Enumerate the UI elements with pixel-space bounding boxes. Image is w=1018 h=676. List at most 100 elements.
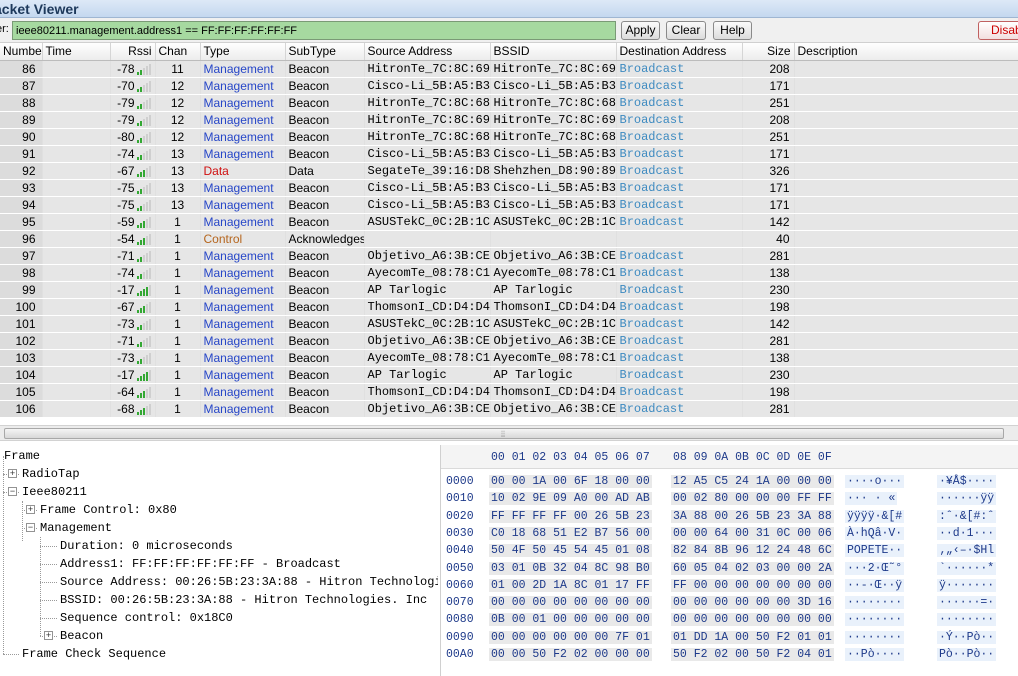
hex-bytes-high: 82 84 8B 96 12 24 48 6C <box>671 544 834 558</box>
collapse-icon[interactable]: − <box>26 523 35 532</box>
tree-node[interactable]: Frame Control: 0x80 <box>40 501 177 519</box>
tree-node[interactable]: Address1: FF:FF:FF:FF:FF:FF - Broadcast <box>60 555 341 573</box>
packet-description <box>794 196 1018 214</box>
packet-row[interactable]: 105 -64 1 Management Beacon ThomsonI_CD:D4:D4… <box>0 383 1018 401</box>
filter-toolbar: er: Apply Clear Help Disab <box>0 18 1018 43</box>
packet-source-address: ASUSTekC_0C:2B:1C <box>364 213 491 231</box>
collapse-icon[interactable]: − <box>8 487 17 496</box>
signal-strength-icon <box>136 386 153 398</box>
packet-source-address: AP Tarlogic <box>364 281 491 299</box>
packet-row[interactable]: 93 -75 13 Management Beacon Cisco-Li_5B:A5:B3… <box>0 179 1018 197</box>
rssi-value: -17 <box>117 367 135 382</box>
hex-bytes-high: 00 02 80 00 00 00 FF FF <box>671 492 834 506</box>
packet-time <box>42 213 111 231</box>
packet-rssi: -64 <box>110 383 156 401</box>
column-header-chan[interactable]: Chan <box>155 43 201 61</box>
clear-button[interactable]: Clear <box>666 21 706 40</box>
packet-row[interactable]: 91 -74 13 Management Beacon Cisco-Li_5B:A5:B3… <box>0 145 1018 163</box>
tree-node[interactable]: Frame Check Sequence <box>22 645 166 663</box>
packet-row[interactable]: 95 -59 1 Management Beacon ASUSTekC_0C:2B:1C A… <box>0 213 1018 231</box>
packet-channel: 1 <box>155 315 201 333</box>
packet-destination-address: Broadcast <box>616 162 743 180</box>
packet-row[interactable]: 87 -70 12 Management Beacon Cisco-Li_5B:A5:B3… <box>0 77 1018 95</box>
packet-subtype: Beacon <box>285 264 365 282</box>
packet-type: Management <box>200 349 286 367</box>
column-header-source-address[interactable]: Source Address <box>364 43 491 61</box>
column-header-size[interactable]: Size <box>742 43 795 61</box>
tree-node[interactable]: BSSID: 00:26:5B:23:3A:88 - Hitron Techno… <box>60 591 427 609</box>
packet-size: 142 <box>742 315 795 333</box>
column-header-time[interactable]: Time <box>42 43 111 61</box>
packet-row[interactable]: 104 -17 1 Management Beacon AP Tarlogic AP Tar… <box>0 366 1018 384</box>
tree-node[interactable]: Sequence control: 0x18C0 <box>60 609 233 627</box>
signal-strength-icon <box>136 233 153 245</box>
column-header-number[interactable]: Number <box>0 43 43 61</box>
packet-channel: 13 <box>155 179 201 197</box>
column-header-rssi[interactable]: Rssi <box>110 43 156 61</box>
tree-node[interactable]: Beacon <box>60 627 103 645</box>
packet-list-scrollbar[interactable]: ⦙⦙ <box>0 425 1018 441</box>
tree-node[interactable]: Duration: 0 microseconds <box>60 537 233 555</box>
packet-row[interactable]: 100 -67 1 Management Beacon ThomsonI_CD:D4:D4… <box>0 298 1018 316</box>
packet-size: 208 <box>742 111 795 129</box>
packet-row[interactable]: 97 -71 1 Management Beacon Objetivo_A6:3B:CE O… <box>0 247 1018 265</box>
packet-subtype: Beacon <box>285 366 365 384</box>
packet-subtype: Beacon <box>285 213 365 231</box>
packet-row[interactable]: 90 -80 12 Management Beacon HitronTe_7C:8C:68… <box>0 128 1018 146</box>
disable-button[interactable]: Disab <box>978 21 1018 40</box>
packet-row[interactable]: 86 -78 11 Management Beacon HitronTe_7C:8C:69… <box>0 60 1018 78</box>
column-header-description[interactable]: Description <box>794 43 1018 61</box>
packet-row[interactable]: 94 -75 13 Management Beacon Cisco-Li_5B:A5:B3… <box>0 196 1018 214</box>
filter-input[interactable] <box>12 21 616 40</box>
packet-source-address: Cisco-Li_5B:A5:B3 <box>364 145 491 163</box>
ascii-high: ········ <box>937 613 997 627</box>
expand-icon[interactable]: + <box>8 469 17 478</box>
packet-rssi: -73 <box>110 349 156 367</box>
packet-row[interactable]: 98 -74 1 Management Beacon AyecomTe_08:78:C1 A… <box>0 264 1018 282</box>
packet-detail-tree[interactable]: Frame + RadioTap − Ieee80211 + Frame Control: … <box>0 445 438 676</box>
packet-list[interactable]: Number Time Rssi Chan Type SubType Source Addr… <box>0 43 1018 425</box>
packet-description <box>794 366 1018 384</box>
packet-row[interactable]: 96 -54 1 Control Acknowledges 40 <box>0 230 1018 248</box>
expand-icon[interactable]: + <box>26 505 35 514</box>
apply-button[interactable]: Apply <box>621 21 660 40</box>
packet-row[interactable]: 92 -67 13 Data Data SegateTe_39:16:D8 Shehzhen… <box>0 162 1018 180</box>
packet-channel: 12 <box>155 77 201 95</box>
help-button[interactable]: Help <box>713 21 752 40</box>
scrollbar-thumb[interactable]: ⦙⦙ <box>4 428 1004 439</box>
hex-dump-panel[interactable]: 00 01 02 03 04 05 06 07 08 09 0A 0B 0C 0… <box>440 445 1018 676</box>
ascii-low: ········ <box>845 596 905 610</box>
hex-header-low: 00 01 02 03 04 05 06 07 <box>491 451 650 464</box>
ascii-low: ··-·Œ··ÿ <box>845 578 905 592</box>
column-header-bssid[interactable]: BSSID <box>490 43 617 61</box>
packet-row[interactable]: 88 -79 12 Management Beacon HitronTe_7C:8C:68… <box>0 94 1018 112</box>
column-header-subtype[interactable]: SubType <box>285 43 365 61</box>
hex-bytes-high: 00 00 00 00 00 00 00 00 <box>671 613 834 627</box>
packet-rssi: -17 <box>110 366 156 384</box>
packet-source-address: ThomsonI_CD:D4:D4 <box>364 383 491 401</box>
tree-node[interactable]: Frame <box>4 447 40 465</box>
tree-node[interactable]: Source Address: 00:26:5B:23:3A:88 - Hitr… <box>60 573 438 591</box>
packet-row[interactable]: 106 -68 1 Management Beacon Objetivo_A6:3B:CE… <box>0 400 1018 418</box>
packet-description <box>794 230 1018 248</box>
packet-subtype: Beacon <box>285 196 365 214</box>
ascii-low: POPETE·· <box>845 544 905 558</box>
tree-node[interactable]: RadioTap <box>22 465 80 483</box>
packet-row[interactable]: 89 -79 12 Management Beacon HitronTe_7C:8C:69… <box>0 111 1018 129</box>
packet-row[interactable]: 102 -71 1 Management Beacon Objetivo_A6:3B:CE… <box>0 332 1018 350</box>
packet-rssi: -73 <box>110 315 156 333</box>
packet-row[interactable]: 101 -73 1 Management Beacon ASUSTekC_0C:2B:1C… <box>0 315 1018 333</box>
packet-subtype: Beacon <box>285 281 365 299</box>
packet-type: Data <box>200 162 286 180</box>
packet-row[interactable]: 99 -17 1 Management Beacon AP Tarlogic AP Tarl… <box>0 281 1018 299</box>
expand-icon[interactable]: + <box>44 631 53 640</box>
column-header-type[interactable]: Type <box>200 43 286 61</box>
packet-row[interactable]: 103 -73 1 Management Beacon AyecomTe_08:78:C1… <box>0 349 1018 367</box>
tree-node[interactable]: Ieee80211 <box>22 483 87 501</box>
packet-channel: 13 <box>155 162 201 180</box>
packet-number: 89 <box>0 111 43 129</box>
tree-node[interactable]: Management <box>40 519 112 537</box>
packet-destination-address: Broadcast <box>616 179 743 197</box>
column-header-destination-address[interactable]: Destination Address <box>616 43 743 61</box>
packet-source-address: SegateTe_39:16:D8 <box>364 162 491 180</box>
